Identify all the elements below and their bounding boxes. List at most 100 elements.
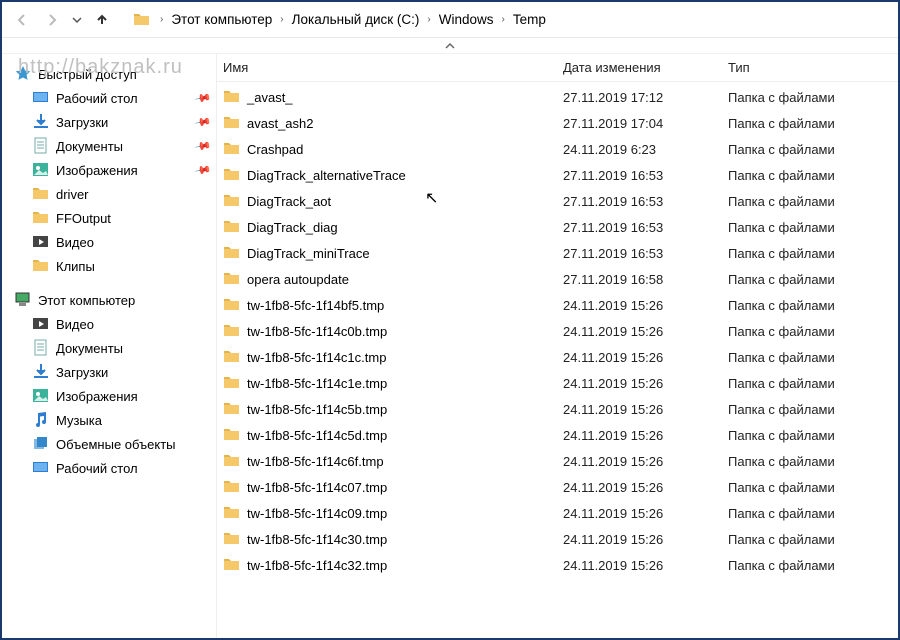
sidebar-item-label: Видео: [56, 235, 94, 250]
ribbon-collapse-button[interactable]: [2, 38, 898, 54]
file-row[interactable]: tw-1fb8-5fc-1f14c30.tmp 24.11.2019 15:26П…: [223, 526, 898, 552]
desktop-icon: [32, 89, 50, 107]
column-header-name[interactable]: Имя: [223, 60, 563, 75]
video-icon: [32, 233, 50, 251]
pictures-icon: [32, 161, 50, 179]
file-name: tw-1fb8-5fc-1f14c09.tmp: [247, 506, 387, 521]
documents-icon: [32, 339, 50, 357]
breadcrumb-item[interactable]: Локальный диск (C:): [290, 8, 422, 31]
sidebar-item[interactable]: Объемные объекты: [12, 432, 212, 456]
sidebar-item[interactable]: Загрузки: [12, 360, 212, 384]
folder-icon: [223, 270, 241, 288]
sidebar-item-label: Объемные объекты: [56, 437, 176, 452]
file-row[interactable]: avast_ash227.11.2019 17:04Папка с файлам…: [223, 110, 898, 136]
folder-icon: [223, 504, 241, 522]
file-name: avast_ash2: [247, 116, 314, 131]
sidebar-item[interactable]: Изображения: [12, 384, 212, 408]
file-row[interactable]: DiagTrack_aot 27.11.2019 16:53Папка с фай…: [223, 188, 898, 214]
breadcrumb: › Этот компьютер › Локальный диск (C:) ›…: [158, 8, 548, 31]
sidebar-item[interactable]: FFOutput: [12, 206, 212, 230]
file-row[interactable]: tw-1fb8-5fc-1f14c0b.tmp24.11.2019 15:26П…: [223, 318, 898, 344]
file-row[interactable]: tw-1fb8-5fc-1f14bf5.tmp24.11.2019 15:26П…: [223, 292, 898, 318]
sidebar-item-label: Загрузки: [56, 365, 108, 380]
breadcrumb-item[interactable]: Temp: [511, 8, 548, 31]
folder-icon: [32, 185, 50, 203]
sidebar-item-label: Музыка: [56, 413, 102, 428]
sidebar-this-pc[interactable]: Этот компьютер: [12, 288, 212, 312]
video-icon: [32, 315, 50, 333]
file-row[interactable]: tw-1fb8-5fc-1f14c5d.tmp24.11.2019 15:26П…: [223, 422, 898, 448]
file-type: Папка с файлами: [728, 506, 898, 521]
nav-recent-dropdown[interactable]: [70, 8, 84, 32]
sidebar-item[interactable]: Музыка: [12, 408, 212, 432]
file-name: DiagTrack_diag: [247, 220, 338, 235]
file-name: DiagTrack_alternativeTrace: [247, 168, 406, 183]
file-row[interactable]: tw-1fb8-5fc-1f14c07.tmp24.11.2019 15:26П…: [223, 474, 898, 500]
sidebar-item[interactable]: Видео: [12, 312, 212, 336]
column-header-date[interactable]: Дата изменения: [563, 60, 728, 75]
file-type: Папка с файлами: [728, 90, 898, 105]
file-type: Папка с файлами: [728, 246, 898, 261]
file-type: Папка с файлами: [728, 532, 898, 547]
file-row[interactable]: tw-1fb8-5fc-1f14c1c.tmp24.11.2019 15:26П…: [223, 344, 898, 370]
file-date: 24.11.2019 15:26: [563, 532, 728, 547]
file-row[interactable]: tw-1fb8-5fc-1f14c09.tmp24.11.2019 15:26П…: [223, 500, 898, 526]
file-name: DiagTrack_aot: [247, 194, 331, 209]
folder-icon: [223, 478, 241, 496]
sidebar-item-label: Видео: [56, 317, 94, 332]
file-row[interactable]: DiagTrack_alternativeTrace27.11.2019 16:…: [223, 162, 898, 188]
sidebar-item[interactable]: Документы: [12, 336, 212, 360]
file-date: 24.11.2019 15:26: [563, 428, 728, 443]
pictures-icon: [32, 387, 50, 405]
desktop-icon: [32, 459, 50, 477]
folder-icon: [223, 114, 241, 132]
file-name: opera autoupdate: [247, 272, 349, 287]
file-date: 27.11.2019 17:12: [563, 90, 728, 105]
sidebar-item[interactable]: Документы📌: [12, 134, 212, 158]
file-row[interactable]: _avast_27.11.2019 17:12Папка с файлами: [223, 84, 898, 110]
file-row[interactable]: tw-1fb8-5fc-1f14c6f.tmp24.11.2019 15:26П…: [223, 448, 898, 474]
nav-back-button[interactable]: [10, 8, 34, 32]
file-date: 24.11.2019 15:26: [563, 558, 728, 573]
sidebar-item[interactable]: Видео: [12, 230, 212, 254]
address-bar: › Этот компьютер › Локальный диск (C:) ›…: [2, 2, 898, 38]
file-row[interactable]: tw-1fb8-5fc-1f14c32.tmp24.11.2019 15:26П…: [223, 552, 898, 578]
nav-forward-button[interactable]: [40, 8, 64, 32]
sidebar-item[interactable]: Рабочий стол📌: [12, 86, 212, 110]
3d-icon: [32, 435, 50, 453]
pc-icon: [14, 291, 32, 309]
file-row[interactable]: tw-1fb8-5fc-1f14c1e.tmp24.11.2019 15:26П…: [223, 370, 898, 396]
file-date: 27.11.2019 16:53: [563, 194, 728, 209]
sidebar-quick-access[interactable]: Быстрый доступ: [12, 62, 212, 86]
file-row[interactable]: DiagTrack_diag27.11.2019 16:53Папка с фа…: [223, 214, 898, 240]
file-type: Папка с файлами: [728, 376, 898, 391]
file-row[interactable]: opera autoupdate27.11.2019 16:58Папка с …: [223, 266, 898, 292]
breadcrumb-item[interactable]: Windows: [437, 8, 496, 31]
sidebar-item-label: Рабочий стол: [56, 461, 138, 476]
file-row[interactable]: Crashpad24.11.2019 6:23Папка с файлами: [223, 136, 898, 162]
sidebar-item[interactable]: Изображения📌: [12, 158, 212, 182]
file-list-pane: Имя Дата изменения Тип _avast_27.11.2019…: [217, 54, 898, 638]
nav-up-button[interactable]: [90, 8, 114, 32]
file-row[interactable]: tw-1fb8-5fc-1f14c5b.tmp24.11.2019 15:26П…: [223, 396, 898, 422]
breadcrumb-item[interactable]: Этот компьютер: [169, 8, 274, 31]
sidebar-item[interactable]: Клипы: [12, 254, 212, 278]
sidebar-item[interactable]: Загрузки📌: [12, 110, 212, 134]
sidebar-item[interactable]: driver: [12, 182, 212, 206]
file-name: tw-1fb8-5fc-1f14c1e.tmp: [247, 376, 387, 391]
chevron-right-icon: ›: [158, 14, 165, 25]
column-header-type[interactable]: Тип: [728, 60, 898, 75]
file-row[interactable]: DiagTrack_miniTrace27.11.2019 16:53Папка…: [223, 240, 898, 266]
folder-icon: [32, 257, 50, 275]
file-date: 24.11.2019 6:23: [563, 142, 728, 157]
folder-icon: [32, 209, 50, 227]
sidebar-item-label: driver: [56, 187, 89, 202]
file-type: Папка с файлами: [728, 194, 898, 209]
file-type: Папка с файлами: [728, 220, 898, 235]
sidebar-item-label: Рабочий стол: [56, 91, 138, 106]
file-name: tw-1fb8-5fc-1f14c30.tmp: [247, 532, 387, 547]
file-name: tw-1fb8-5fc-1f14c32.tmp: [247, 558, 387, 573]
folder-icon: [223, 426, 241, 444]
sidebar-item[interactable]: Рабочий стол: [12, 456, 212, 480]
file-date: 24.11.2019 15:26: [563, 324, 728, 339]
